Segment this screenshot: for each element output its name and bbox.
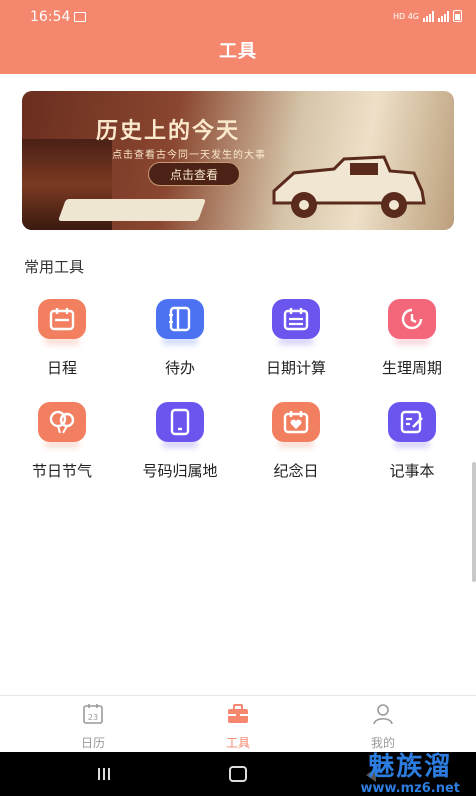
tool-period[interactable]: 生理周期 xyxy=(357,299,467,378)
scrollbar[interactable] xyxy=(472,462,476,582)
signal-icon xyxy=(423,10,434,22)
clock-icon xyxy=(388,299,436,339)
history-today-banner[interactable]: 历史上的今天 点击查看古今同一天发生的大事 点击查看 xyxy=(22,91,454,230)
app-header: 16:54 HD 4G 工具 xyxy=(0,0,476,74)
tool-label: 节日节气 xyxy=(31,462,92,480)
toolbox-icon xyxy=(228,704,248,723)
recent-apps-button[interactable] xyxy=(98,768,110,780)
tool-label: 日期计算 xyxy=(265,359,326,377)
tool-schedule[interactable]: 日程 xyxy=(7,299,117,378)
watermark-title: 魅族溜 xyxy=(368,752,453,782)
tool-label: 号码归属地 xyxy=(142,462,218,480)
edit-note-icon xyxy=(388,402,436,442)
tab-label: 工具 xyxy=(225,736,250,750)
tool-label: 待办 xyxy=(164,359,195,377)
watermark-url: www.mz6.net xyxy=(360,781,460,796)
balloons-icon xyxy=(38,402,86,442)
page-title: 工具 xyxy=(219,41,257,62)
status-indicators: HD 4G xyxy=(393,10,462,22)
calendar-icon xyxy=(38,299,86,339)
heart-calendar-icon xyxy=(272,402,320,442)
banner-view-button[interactable]: 点击查看 xyxy=(148,162,240,186)
section-title: 常用工具 xyxy=(24,258,85,276)
tab-tools[interactable]: 工具 xyxy=(198,702,278,751)
tool-notepad[interactable]: 记事本 xyxy=(357,402,467,481)
tab-label: 日历 xyxy=(80,736,105,750)
calendar-badge: 23 xyxy=(88,713,98,722)
tab-profile[interactable]: 我的 xyxy=(343,702,423,751)
status-time: 16:54 xyxy=(30,9,71,25)
tab-calendar[interactable]: 23 日历 xyxy=(53,702,133,751)
status-bar: 16:54 HD 4G xyxy=(0,0,476,34)
scroll-image xyxy=(57,199,207,221)
tab-label: 我的 xyxy=(370,736,395,750)
calendar-icon xyxy=(272,299,320,339)
tool-date-calc[interactable]: 日期计算 xyxy=(241,299,351,378)
tool-label: 日程 xyxy=(46,359,77,377)
battery-icon xyxy=(453,10,462,22)
tool-anniversary[interactable]: 纪念日 xyxy=(241,402,351,481)
jeep-image xyxy=(272,155,426,218)
notebook-icon xyxy=(156,299,204,339)
tool-label: 生理周期 xyxy=(381,359,442,377)
watermark: 魅族溜 www.mz6.net xyxy=(360,752,460,796)
banner-subtitle: 点击查看古今同一天发生的大事 xyxy=(112,150,266,161)
network-label: HD 4G xyxy=(392,11,419,21)
home-button[interactable] xyxy=(229,766,247,782)
tool-label: 纪念日 xyxy=(273,462,319,480)
phone-icon xyxy=(156,402,204,442)
calendar-icon: 23 xyxy=(83,704,103,724)
tool-phone-location[interactable]: 号码归属地 xyxy=(125,402,235,481)
tool-todo[interactable]: 待办 xyxy=(125,299,235,378)
tool-festivals[interactable]: 节日节气 xyxy=(7,402,117,481)
bottom-tab-bar: 23 日历 工具 我的 xyxy=(0,695,476,752)
tool-label: 记事本 xyxy=(389,462,435,480)
signal-icon-2 xyxy=(438,10,449,22)
image-notification-icon xyxy=(74,12,86,22)
user-icon xyxy=(373,704,393,725)
banner-title: 历史上的今天 xyxy=(96,118,241,144)
